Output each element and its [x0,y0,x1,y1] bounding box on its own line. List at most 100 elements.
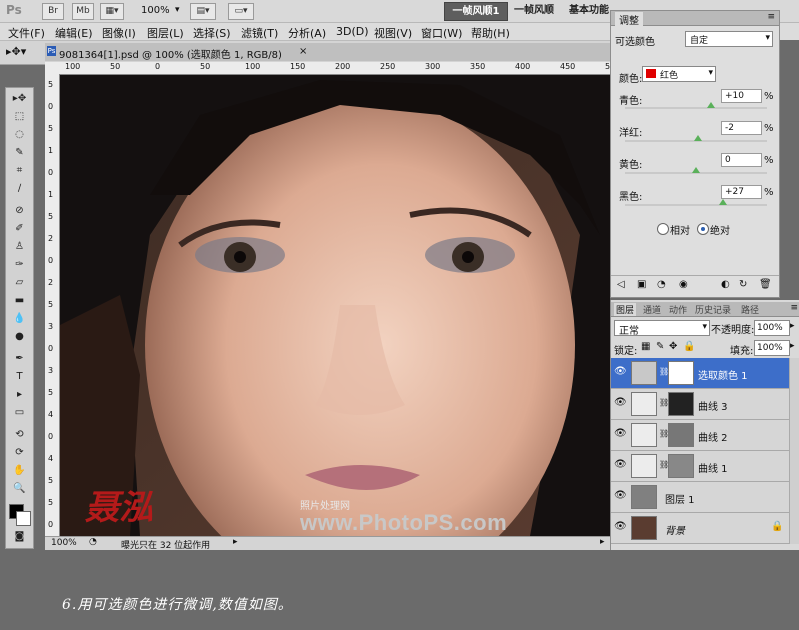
layer-name[interactable]: 选取颜色 1 [698,367,748,382]
zoom-tool-icon[interactable]: 🔍 [9,482,30,496]
menu-file[interactable]: 文件(F) [8,25,45,41]
lock-pixels-icon[interactable]: ✎ [656,341,664,352]
menu-select[interactable]: 选择(S) [193,25,231,41]
arrange-documents-button[interactable]: ▤▾ [190,3,216,20]
menu-layer[interactable]: 图层(L) [147,25,184,41]
quick-mask-icon[interactable]: ◙ [9,530,30,544]
opacity-arrow[interactable]: ▸ [790,321,795,331]
black-slider-thumb[interactable] [719,199,727,205]
tab-layers[interactable]: 图层 [614,303,637,316]
opacity-input[interactable]: 100% [754,320,790,336]
magenta-slider-thumb[interactable] [694,135,702,141]
panel-menu-icon[interactable]: ≡ [790,303,798,313]
clip-icon[interactable]: ◔ [657,279,666,290]
menu-help[interactable]: 帮助(H) [471,25,510,41]
tab-actions[interactable]: 动作 [669,303,687,316]
layer-row-curves-3[interactable]: 👁 ⛓ 曲线 3 [611,389,789,420]
relative-label[interactable]: 相对 [670,222,690,237]
zoom-dropdown-icon[interactable]: ▾ [175,5,180,15]
close-document-icon[interactable]: × [299,46,307,57]
expand-view-icon[interactable]: ▣ [637,279,646,290]
layer-row-selective-color[interactable]: 👁 ⛓ 选取颜色 1 [611,358,789,389]
status-icon[interactable]: ◔ [89,537,97,547]
cyan-slider-thumb[interactable] [707,102,715,108]
workspace-essentials-button[interactable]: 基本功能 [566,2,612,19]
absolute-label[interactable]: 绝对 [710,222,730,237]
menu-filter[interactable]: 滤镜(T) [241,25,278,41]
move-tool-icon[interactable]: ▸✥ [9,92,30,106]
layer-name[interactable]: 图层 1 [665,491,695,506]
layer-name[interactable]: 曲线 1 [698,460,728,475]
trash-icon[interactable]: 🗑 [759,279,772,290]
dodge-tool-icon[interactable]: ● [9,330,30,344]
yellow-input[interactable]: 0 [721,153,762,167]
lock-position-icon[interactable]: ✥ [669,341,677,352]
blend-mode-select[interactable]: 正常 ▾ [614,320,710,337]
absolute-radio[interactable] [697,223,709,235]
black-slider[interactable] [625,199,767,206]
marquee-tool-icon[interactable]: ⬚ [9,110,30,124]
preset-select[interactable]: 自定 ▾ [685,31,773,47]
scroll-right-arrow[interactable]: ▸ [600,537,605,547]
yellow-slider[interactable] [625,167,767,174]
move-tool-preset-icon[interactable]: ▸✥▾ [6,45,26,58]
path-select-tool-icon[interactable]: ▸ [9,388,30,402]
eye-icon[interactable]: 👁 [614,521,627,533]
screen-mode-button[interactable]: ▭▾ [228,3,254,20]
layer-row-background[interactable]: 👁 背景 🔒 [611,513,789,544]
tab-paths[interactable]: 路径 [741,303,759,316]
hand-tool-icon[interactable]: ✋ [9,464,30,478]
quick-select-tool-icon[interactable]: ✎ [9,146,30,160]
black-input[interactable]: +27 [721,185,762,199]
status-menu-arrow[interactable]: ▸ [233,537,238,547]
magenta-slider[interactable] [625,135,767,142]
menu-window[interactable]: 窗口(W) [421,25,462,41]
lock-transparent-icon[interactable]: ▦ [641,341,650,352]
color-select[interactable]: 红色 ▾ [642,66,716,82]
eye-icon[interactable]: 👁 [614,490,627,502]
eye-icon[interactable]: 👁 [614,397,627,409]
layer-row-layer-1[interactable]: 👁 图层 1 [611,482,789,513]
previous-state-icon[interactable]: ◐ [721,279,730,290]
eye-icon[interactable]: 👁 [614,428,627,440]
eraser-tool-icon[interactable]: ▱ [9,276,30,290]
magenta-input[interactable]: -2 [721,121,762,135]
lasso-tool-icon[interactable]: ◌ [9,128,30,142]
workspace-button[interactable]: 一帧风顺 [510,2,558,19]
tab-history[interactable]: 历史记录 [695,303,731,316]
document-canvas[interactable]: 聂泓 照片处理网 www.PhotoPS.com [60,75,610,536]
gradient-tool-icon[interactable]: ▬ [9,294,30,308]
lock-all-icon[interactable]: 🔒 [683,341,695,352]
tab-adjustments[interactable]: 调整 [615,12,643,27]
relative-radio[interactable] [657,223,669,235]
document-tab[interactable]: Ps 9081364[1].psd @ 100% (选取颜色 1, RGB/8)… [45,43,610,61]
layer-row-curves-1[interactable]: 👁 ⛓ 曲线 1 [611,451,789,482]
status-zoom[interactable]: 100% [51,538,77,548]
panel-menu-icon[interactable]: ≡ [767,12,775,22]
brush-tool-icon[interactable]: ✐ [9,222,30,236]
blur-tool-icon[interactable]: 💧 [9,312,30,326]
reset-icon[interactable]: ↻ [739,279,747,290]
menu-analysis[interactable]: 分析(A) [288,25,326,41]
crop-tool-icon[interactable]: ⌗ [9,164,30,178]
workspace-active-button[interactable]: 一帧风顺1 [444,2,508,21]
pen-tool-icon[interactable]: ✒ [9,352,30,366]
layer-name[interactable]: 曲线 3 [698,398,728,413]
yellow-slider-thumb[interactable] [692,167,700,173]
mini-bridge-button[interactable]: Mb [72,3,94,20]
extras-dropdown[interactable]: ▦▾ [100,3,124,20]
cyan-slider[interactable] [625,102,767,109]
tab-channels[interactable]: 通道 [643,303,661,316]
back-icon[interactable]: ◁ [617,279,625,290]
healing-brush-icon[interactable]: ⊘ [9,204,30,218]
layer-name[interactable]: 曲线 2 [698,429,728,444]
bridge-button[interactable]: Br [42,3,64,20]
fill-arrow[interactable]: ▸ [790,341,795,351]
menu-edit[interactable]: 编辑(E) [55,25,93,41]
eye-icon[interactable]: 👁 [614,366,627,378]
cyan-input[interactable]: +10 [721,89,762,103]
eye-icon[interactable]: 👁 [614,459,627,471]
shape-tool-icon[interactable]: ▭ [9,406,30,420]
menu-view[interactable]: 视图(V) [374,25,412,41]
clone-stamp-icon[interactable]: ♙ [9,240,30,254]
